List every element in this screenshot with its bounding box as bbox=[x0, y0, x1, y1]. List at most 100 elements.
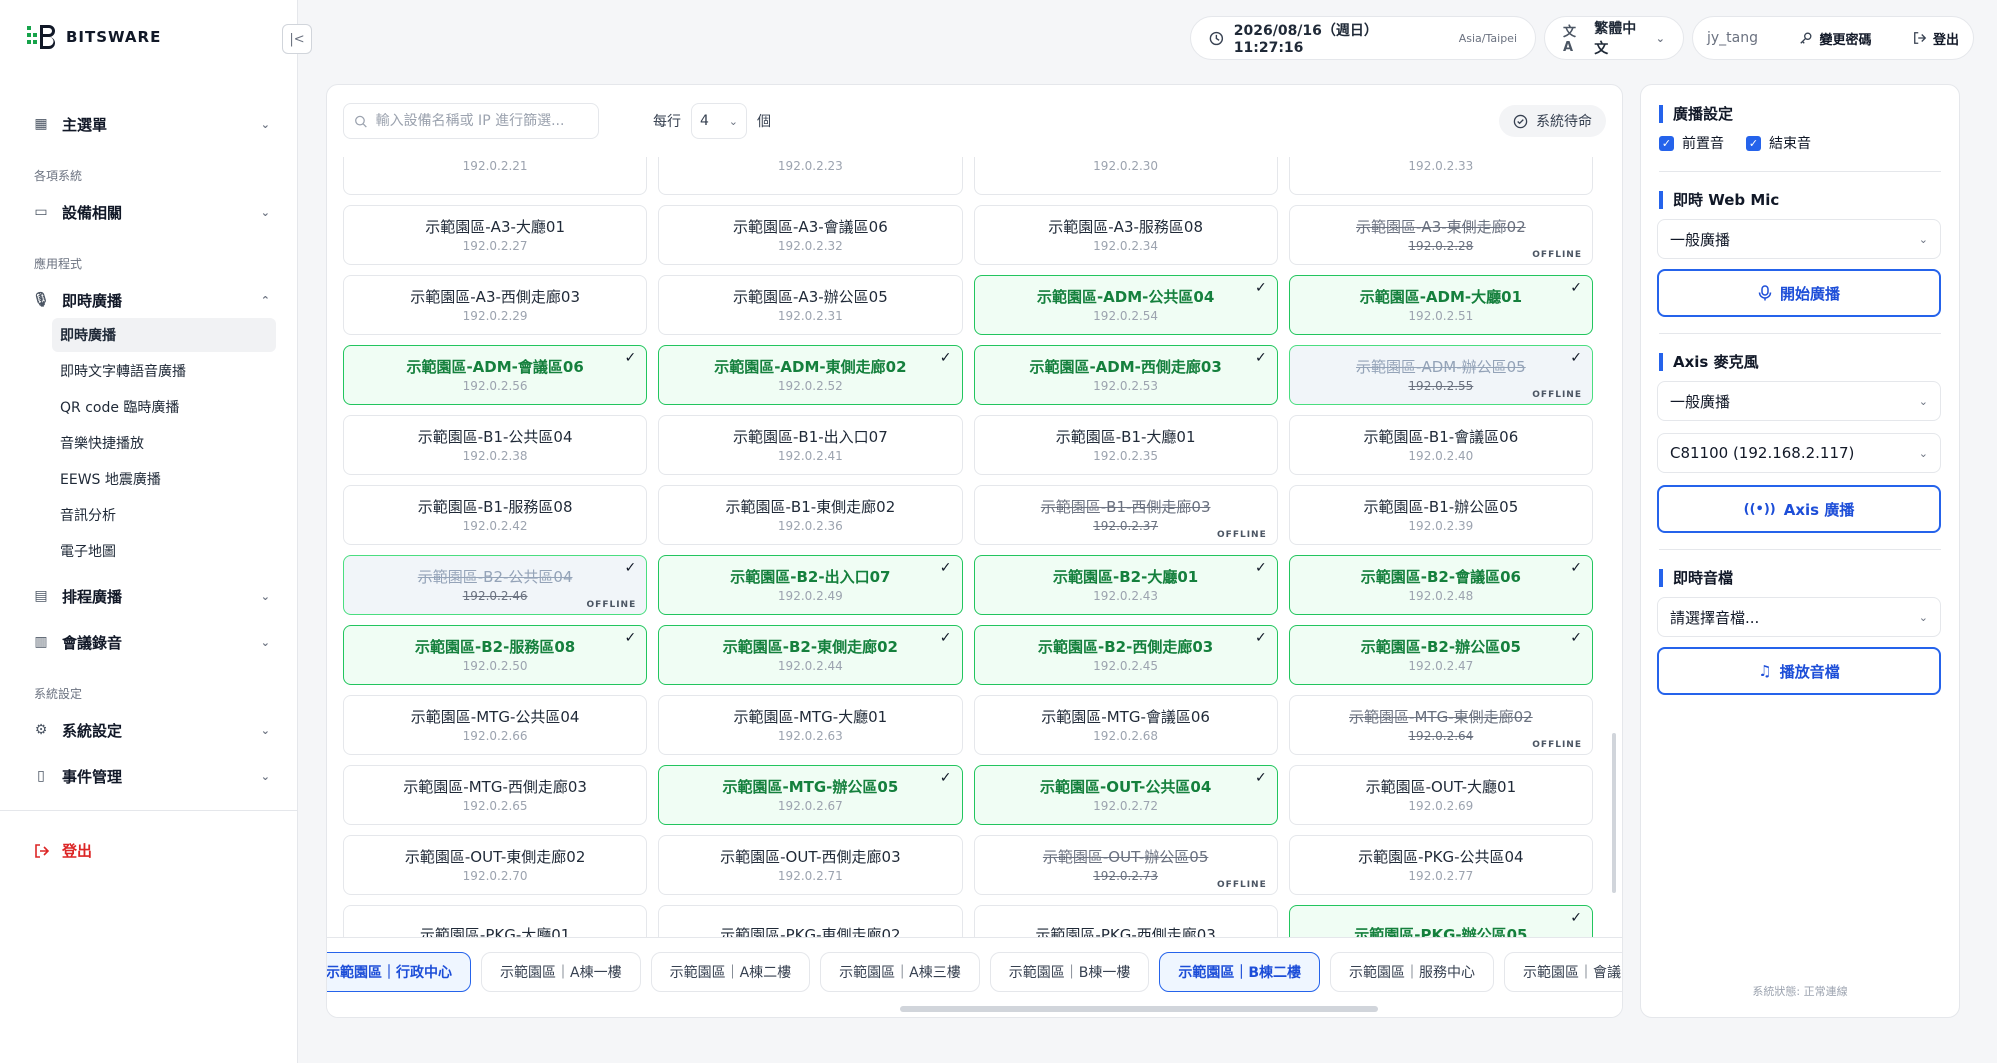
device-card[interactable]: 示範園區-PKG-公共區04 192.0.2.77 bbox=[1288, 835, 1593, 895]
device-card[interactable]: 示範園區-B2-會議區06 192.0.2.48 ✓ bbox=[1288, 555, 1593, 615]
collapse-sidebar-button[interactable]: |< bbox=[282, 24, 312, 54]
broadcast-settings-title: 廣播設定 bbox=[1659, 105, 1733, 123]
device-card[interactable]: 示範園區-PKG-東側走廊02 bbox=[658, 905, 963, 937]
sidebar-subitem[interactable]: 音訊分析 bbox=[52, 498, 276, 532]
sidebar-subitem[interactable]: 電子地圖 bbox=[52, 534, 276, 568]
per-row-select[interactable]: 4 ⌄ bbox=[691, 103, 747, 139]
device-card[interactable]: 示範園區-B1-西側走廊03 192.0.2.37 OFFLINE bbox=[973, 485, 1278, 545]
device-card[interactable]: 示範園區-ADM-辦公區05 192.0.2.55 ✓ OFFLINE bbox=[1288, 345, 1593, 405]
play-audio-button[interactable]: ♫ 播放音檔 bbox=[1657, 647, 1941, 695]
end-tone-checkbox[interactable]: ✓ 結束音 bbox=[1746, 133, 1811, 153]
nav-section-label: 各項系統 bbox=[34, 169, 83, 183]
zone-tab[interactable]: 示範園區｜行政中心 bbox=[327, 952, 471, 992]
device-card[interactable]: 示範園區-MTG-辦公區05 192.0.2.67 ✓ bbox=[658, 765, 963, 825]
device-card[interactable]: 示範園區-B1-服務區08 192.0.2.42 bbox=[343, 485, 648, 545]
axis-device-select[interactable]: C81100 (192.168.2.117) ⌄ bbox=[1657, 433, 1941, 473]
device-card[interactable]: 示範園區-MTG-西側走廊03 192.0.2.65 bbox=[343, 765, 648, 825]
sidebar-item[interactable]: ▭ 設備相關 ⌄ bbox=[0, 194, 298, 230]
sidebar-subitem[interactable]: 即時文字轉語音廣播 bbox=[52, 354, 276, 388]
device-card[interactable]: 192.0.2.30 bbox=[973, 157, 1278, 195]
device-card[interactable]: 示範園區-B2-東側走廊02 192.0.2.44 ✓ bbox=[658, 625, 963, 685]
sidebar-subitem[interactable]: QR code 臨時廣播 bbox=[52, 390, 276, 424]
device-card[interactable]: 示範園區-B2-服務區08 192.0.2.50 ✓ bbox=[343, 625, 648, 685]
device-card[interactable]: 示範園區-PKG-辦公區05 ✓ bbox=[1288, 905, 1593, 937]
device-card[interactable]: 示範園區-OUT-大廳01 192.0.2.69 bbox=[1288, 765, 1593, 825]
web-mic-mode-select[interactable]: 一般廣播 ⌄ bbox=[1657, 219, 1941, 259]
zone-tab[interactable]: 示範園區｜會議中心 bbox=[1504, 952, 1622, 992]
device-name: 示範園區-B2-東側走廊02 bbox=[722, 637, 898, 656]
device-card[interactable]: 192.0.2.21 bbox=[343, 157, 648, 195]
sidebar-item[interactable]: 🎙 即時廣播 ⌃ bbox=[0, 282, 298, 318]
zone-tab[interactable]: 示範園區｜A棟二樓 bbox=[650, 952, 811, 992]
language-select[interactable]: 文A 繁體中文 ⌄ bbox=[1544, 16, 1684, 60]
brand-logo-block[interactable]: BITSWARE bbox=[26, 22, 161, 52]
sidebar-subitem[interactable]: 音樂快捷播放 bbox=[52, 426, 276, 460]
zone-tab[interactable]: 示範園區｜B棟一樓 bbox=[989, 952, 1150, 992]
sidebar-item[interactable]: ⚙ 系統設定 ⌄ bbox=[0, 712, 298, 748]
device-card[interactable]: 示範園區-MTG-公共區04 192.0.2.66 bbox=[343, 695, 648, 755]
device-card[interactable]: 示範園區-MTG-會議區06 192.0.2.68 bbox=[973, 695, 1278, 755]
start-broadcast-label: 開始廣播 bbox=[1779, 284, 1840, 303]
sidebar-item[interactable]: ▤ 排程廣播 ⌄ bbox=[0, 578, 298, 614]
device-card[interactable]: 示範園區-OUT-西側走廊03 192.0.2.71 bbox=[658, 835, 963, 895]
device-card[interactable]: 示範園區-B2-西側走廊03 192.0.2.45 ✓ bbox=[973, 625, 1278, 685]
device-card[interactable]: 示範園區-B1-會議區06 192.0.2.40 bbox=[1288, 415, 1593, 475]
device-card[interactable]: 示範園區-A3-東側走廊02 192.0.2.28 OFFLINE bbox=[1288, 205, 1593, 265]
sidebar-item[interactable]: ▦ 主選單 ⌄ bbox=[0, 106, 298, 142]
device-card[interactable]: 示範園區-ADM-東側走廊02 192.0.2.52 ✓ bbox=[658, 345, 963, 405]
device-card[interactable]: 示範園區-MTG-東側走廊02 192.0.2.64 OFFLINE bbox=[1288, 695, 1593, 755]
topbar-logout-button[interactable]: 登出 bbox=[1913, 29, 1959, 48]
device-card[interactable]: 示範園區-A3-西側走廊03 192.0.2.29 bbox=[343, 275, 648, 335]
device-card[interactable]: 示範園區-PKG-西側走廊03 bbox=[973, 905, 1278, 937]
device-search-input[interactable] bbox=[375, 113, 588, 129]
device-card[interactable]: 示範園區-A3-服務區08 192.0.2.34 bbox=[973, 205, 1278, 265]
sidebar-item[interactable]: ▯ 事件管理 ⌄ bbox=[0, 758, 298, 794]
device-card[interactable]: 192.0.2.33 bbox=[1288, 157, 1593, 195]
audio-file-select[interactable]: 請選擇音檔... ⌄ bbox=[1657, 597, 1941, 637]
sidebar-subitem[interactable]: EEWS 地震廣播 bbox=[52, 462, 276, 496]
chevron-down-icon: ⌄ bbox=[1918, 446, 1928, 460]
sidebar-item[interactable]: ▥ 會議錄音 ⌄ bbox=[0, 624, 298, 660]
pre-tone-checkbox[interactable]: ✓ 前置音 bbox=[1659, 133, 1724, 153]
device-grid-scroll[interactable]: 192.0.2.21 192.0.2.23 192.0.2.30 192.0.2… bbox=[327, 157, 1609, 937]
change-password-button[interactable]: 變更密碼 bbox=[1799, 29, 1872, 48]
zone-tab[interactable]: 示範園區｜A棟三樓 bbox=[820, 952, 980, 992]
offline-badge: OFFLINE bbox=[1532, 390, 1582, 400]
device-card[interactable]: 示範園區-A3-會議區06 192.0.2.32 bbox=[658, 205, 963, 265]
device-name: 示範園區-ADM-大廳01 bbox=[1359, 287, 1523, 306]
device-card[interactable]: 示範園區-ADM-公共區04 192.0.2.54 ✓ bbox=[973, 275, 1278, 335]
device-card[interactable]: 示範園區-OUT-公共區04 192.0.2.72 ✓ bbox=[973, 765, 1278, 825]
device-name: 示範園區-ADM-公共區04 bbox=[1036, 287, 1215, 306]
device-card[interactable]: 示範園區-B1-辦公區05 192.0.2.39 bbox=[1288, 485, 1593, 545]
axis-mode-select[interactable]: 一般廣播 ⌄ bbox=[1657, 381, 1941, 421]
device-card[interactable]: 示範園區-B2-大廳01 192.0.2.43 ✓ bbox=[973, 555, 1278, 615]
axis-broadcast-button[interactable]: ((•)) Axis 廣播 bbox=[1657, 485, 1941, 533]
device-card[interactable]: 示範園區-ADM-會議區06 192.0.2.56 ✓ bbox=[343, 345, 648, 405]
device-card[interactable]: 示範園區-PKG-大廳01 bbox=[343, 905, 648, 937]
sidebar-subitem[interactable]: 即時廣播 bbox=[52, 318, 276, 352]
sidebar-logout-button[interactable]: 登出 bbox=[34, 840, 92, 861]
zone-tab[interactable]: 示範園區｜服務中心 bbox=[1330, 952, 1495, 992]
device-card[interactable]: 示範園區-B1-東側走廊02 192.0.2.36 bbox=[658, 485, 963, 545]
horizontal-scrollbar[interactable] bbox=[900, 1006, 1378, 1012]
device-ip: 192.0.2.45 bbox=[1093, 658, 1159, 673]
device-card[interactable]: 192.0.2.23 bbox=[658, 157, 963, 195]
device-card[interactable]: 示範園區-A3-大廳01 192.0.2.27 bbox=[343, 205, 648, 265]
zone-tab[interactable]: 示範園區｜B棟二樓 bbox=[1159, 952, 1321, 992]
device-card[interactable]: 示範園區-B2-公共區04 192.0.2.46 ✓ OFFLINE bbox=[343, 555, 648, 615]
device-card[interactable]: 示範園區-ADM-大廳01 192.0.2.51 ✓ bbox=[1288, 275, 1593, 335]
vertical-scrollbar[interactable] bbox=[1612, 733, 1616, 893]
device-card[interactable]: 示範園區-B2-出入口07 192.0.2.49 ✓ bbox=[658, 555, 963, 615]
device-card[interactable]: 示範園區-MTG-大廳01 192.0.2.63 bbox=[658, 695, 963, 755]
device-card[interactable]: 示範園區-A3-辦公區05 192.0.2.31 bbox=[658, 275, 963, 335]
device-card[interactable]: 示範園區-ADM-西側走廊03 192.0.2.53 ✓ bbox=[973, 345, 1278, 405]
device-card[interactable]: 示範園區-B1-公共區04 192.0.2.38 bbox=[343, 415, 648, 475]
zone-tab[interactable]: 示範園區｜A棟一樓 bbox=[481, 952, 641, 992]
device-card[interactable]: 示範園區-B2-辦公區05 192.0.2.47 ✓ bbox=[1288, 625, 1593, 685]
device-card[interactable]: 示範園區-OUT-辦公區05 192.0.2.73 OFFLINE bbox=[973, 835, 1278, 895]
device-row: 示範園區-ADM-會議區06 192.0.2.56 ✓ 示範園區-ADM-東側走廊0… bbox=[343, 345, 1593, 405]
start-broadcast-button[interactable]: 開始廣播 bbox=[1657, 269, 1941, 317]
device-card[interactable]: 示範園區-B1-大廳01 192.0.2.35 bbox=[973, 415, 1278, 475]
device-card[interactable]: 示範園區-OUT-東側走廊02 192.0.2.70 bbox=[343, 835, 648, 895]
device-card[interactable]: 示範園區-B1-出入口07 192.0.2.41 bbox=[658, 415, 963, 475]
